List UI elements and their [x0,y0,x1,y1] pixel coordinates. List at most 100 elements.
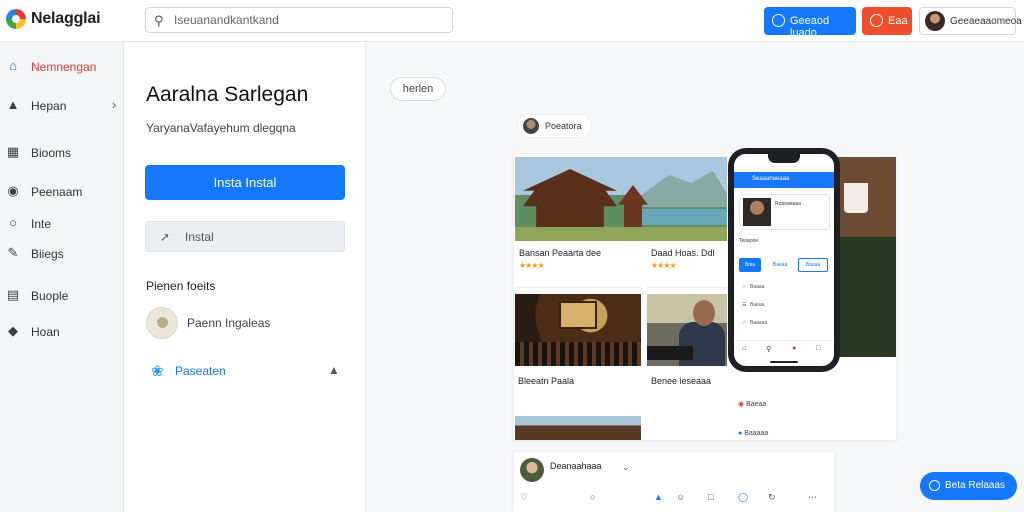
head-shape [693,300,715,326]
avatar [523,118,539,134]
bookmark-icon[interactable]: □ [708,492,713,502]
page-subtitle: YaryanaVafayehum dlegqna [146,121,296,135]
page-title: Aaralna Sarlegan [146,83,309,106]
list-icon: ☰ [742,302,747,308]
pin-icon: ➚ [160,230,171,244]
post-actions: ♡ ○ ▲ ☺ □ ◯ ↻ ⋯ [520,492,828,506]
search-icon: ⚲ [154,13,164,28]
coffee-image[interactable] [834,157,896,357]
comment-icon[interactable]: ○ [590,492,595,502]
chevron-down-icon[interactable]: ⌄ [622,462,630,473]
person-image[interactable] [647,294,727,366]
avatar[interactable] [520,458,544,482]
card-author[interactable]: Poeatora [517,114,592,138]
search-icon[interactable]: ⚲ [766,345,771,353]
phone-action-link[interactable]: Baeaa [764,258,796,272]
chart-icon: ▤ [6,287,20,302]
contact-item[interactable]: Paenn Ingaleas [146,307,346,339]
list-item[interactable]: ◉ Baeaa [738,400,766,408]
grid-icon: ▦ [6,144,20,159]
floating-action-button[interactable]: Beta Relaaas [920,472,1017,500]
hero-image[interactable] [515,157,727,241]
temple-thumbnail-image[interactable] [515,416,641,440]
rating-stars: ★★★★ [519,261,545,270]
post-card: Deanaahaaa ⌄ ♡ ○ ▲ ☺ □ ◯ ↻ ⋯ [514,452,834,512]
clock-icon [929,480,940,491]
temple-shape [523,169,617,231]
twitter-link[interactable]: ❀ Paseaten ▲ [151,362,351,382]
filter-chip[interactable]: herlen [390,77,446,101]
restaurant-image[interactable] [515,294,641,366]
profile-icon[interactable]: □ [816,345,820,352]
location-icon: ◉ [738,401,745,408]
sidebar-item-pen[interactable]: ✎ Biiegs [0,241,124,267]
item-title: Benee ieseaaa [651,376,712,386]
sidebar-item-tag[interactable]: ◆ Hoan [0,319,124,345]
post-author[interactable]: Deanaahaaa [550,461,602,471]
like-icon[interactable]: ♡ [520,492,528,503]
sidebar-item-home[interactable]: ⌂ Nemnengan [0,54,124,80]
app-name[interactable]: Nelagglai [31,10,101,28]
cup-shape [844,183,868,213]
rating-stars: ★★★★ [651,261,677,270]
chevron-right-icon: › [112,97,117,112]
alert-icon [870,14,883,27]
star-icon: ☆ [742,320,747,326]
sidebar-item-grid[interactable]: ▦ Biooms [0,140,124,166]
tag-icon[interactable]: ▲ [654,492,663,502]
section-title: Pienen foeits [146,279,216,293]
phone-card-thumbnail [743,198,771,226]
phone-card[interactable]: Roaoaeaaa [739,194,830,230]
list-item-label: Baeaa [746,401,767,408]
sidebar-item-info[interactable]: ○ Inte [0,211,124,237]
phone-row[interactable]: ☆ Baaaaa [742,320,767,326]
home-icon[interactable]: ⌂ [742,345,746,352]
avatar [146,307,178,339]
list-item[interactable]: Bansan Peaarta dee ★★★★ [515,244,641,288]
info-icon: ○ [9,215,17,230]
phone-mockup: Seaaanaeaaa Roaoaeaaa Teoaooe Boia Baeaa… [728,148,840,372]
sidebar-item-chart[interactable]: ▤ Buople [0,283,124,309]
phone-notch [768,154,800,163]
item-title: Bleeatn Paala [518,376,575,386]
phone-screen: Seaaanaeaaa Roaoaeaaa Teoaooe Boia Baeaa… [734,154,834,366]
sidebar-item-camera[interactable]: ◉ Peenaam [0,179,124,205]
user-menu-button[interactable]: Geeaeaaomeoa [919,7,1022,35]
list-item-label: Baaaaa [744,430,769,437]
record-icon[interactable]: ● [792,345,796,352]
home-icon: ⌂ [9,58,17,73]
list-item[interactable]: Daad Hoas. Ddl ★★★★ [647,244,727,288]
sidebar: ⌂ Nemnengan ▲ Hepan › ▦ Biooms ◉ Peenaam… [0,42,124,512]
alert-button[interactable]: Eaa [862,7,912,35]
refresh-icon[interactable]: ↻ [768,492,776,503]
emoji-icon[interactable]: ☺ [676,492,685,502]
app-logo-icon[interactable] [6,9,26,29]
water-shape [635,209,727,225]
side-list: ◉ Baeaa ● Baaaaa [732,382,836,442]
share-icon[interactable]: ◯ [738,492,748,503]
main-content: herlen Poeatora Bansan Peaarta dee ★★★★ … [366,42,1024,512]
ground-shape [515,227,727,241]
crowd-shape [515,342,641,366]
share-icon: ○ [742,284,746,290]
detail-panel: Aaralna Sarlegan YaryanaVafayehum dlegqn… [124,42,366,512]
keyboard-shape [647,346,693,360]
tag-icon: ◆ [8,323,18,338]
secondary-install-button[interactable]: ➚ Instal [145,221,345,252]
search-input[interactable]: ⚲ Iseuanandkantkand [145,7,453,33]
phone-row[interactable]: ○ Baaaa [742,284,764,290]
install-button[interactable]: Insta Instal [145,165,345,200]
sign-shape [559,301,597,329]
phone-action-outline-button[interactable]: Baaaa [798,258,828,272]
phone-home-indicator [770,361,798,363]
list-item[interactable]: ● Baaaaa [738,430,768,437]
primary-header-button[interactable]: Geeaod luado [764,7,856,39]
phone-action-button[interactable]: Boia [739,258,761,272]
sidebar-item-folder[interactable]: ▲ Hepan › [0,93,124,119]
phone-header-label: Seaaanaeaaa [752,176,790,182]
phone-card-title: Roaoaeaaa [775,201,801,207]
more-icon[interactable]: ⋯ [808,492,817,503]
pen-icon: ✎ [7,245,19,260]
phone-row[interactable]: ☰ Baeaa [742,302,764,308]
info-icon: ● [738,430,743,437]
